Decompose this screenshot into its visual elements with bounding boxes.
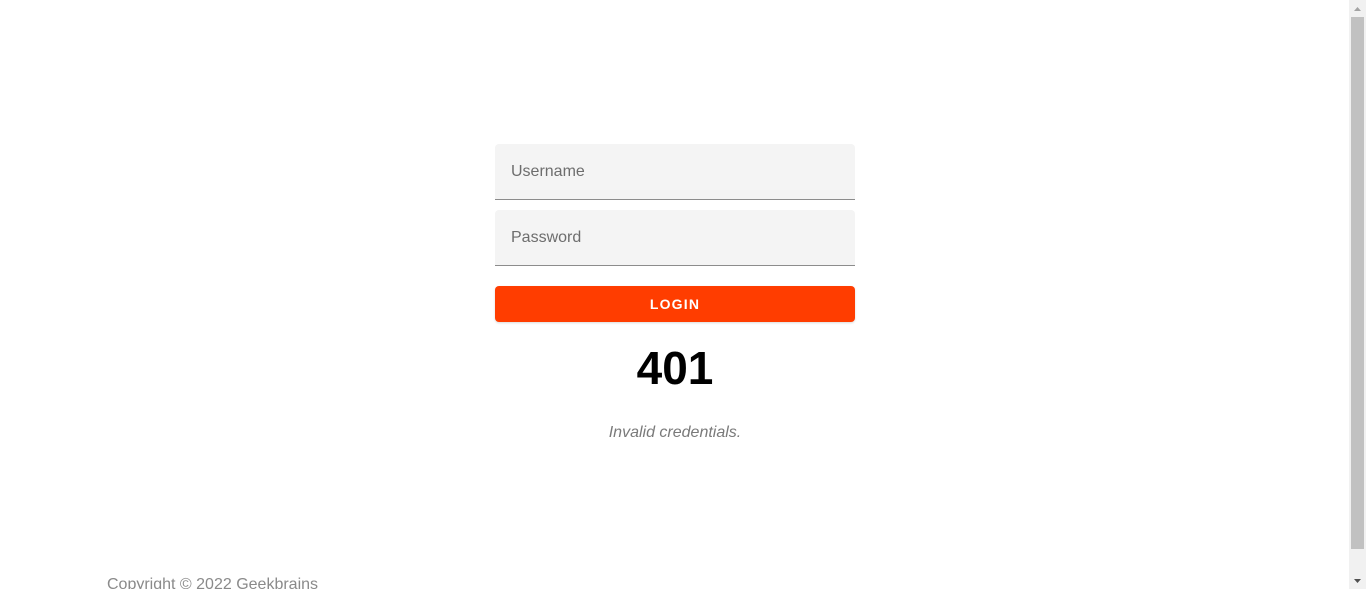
footer-copyright: Copyright © 2022 Geekbrains	[107, 576, 319, 589]
page: LOGIN 401 Invalid credentials. Copyright…	[0, 0, 1349, 589]
password-input[interactable]	[495, 210, 855, 265]
error-code: 401	[636, 342, 714, 394]
username-field-container	[495, 144, 855, 200]
vertical-scrollbar[interactable]	[1349, 0, 1366, 589]
username-input[interactable]	[495, 144, 855, 199]
login-form: LOGIN	[495, 144, 855, 322]
login-button[interactable]: LOGIN	[495, 286, 855, 322]
triangle-up-icon[interactable]	[1349, 0, 1366, 17]
error-message: Invalid credentials.	[608, 424, 742, 441]
triangle-down-icon[interactable]	[1349, 572, 1366, 589]
password-field-container	[495, 210, 855, 266]
scrollbar-thumb[interactable]	[1351, 17, 1364, 549]
